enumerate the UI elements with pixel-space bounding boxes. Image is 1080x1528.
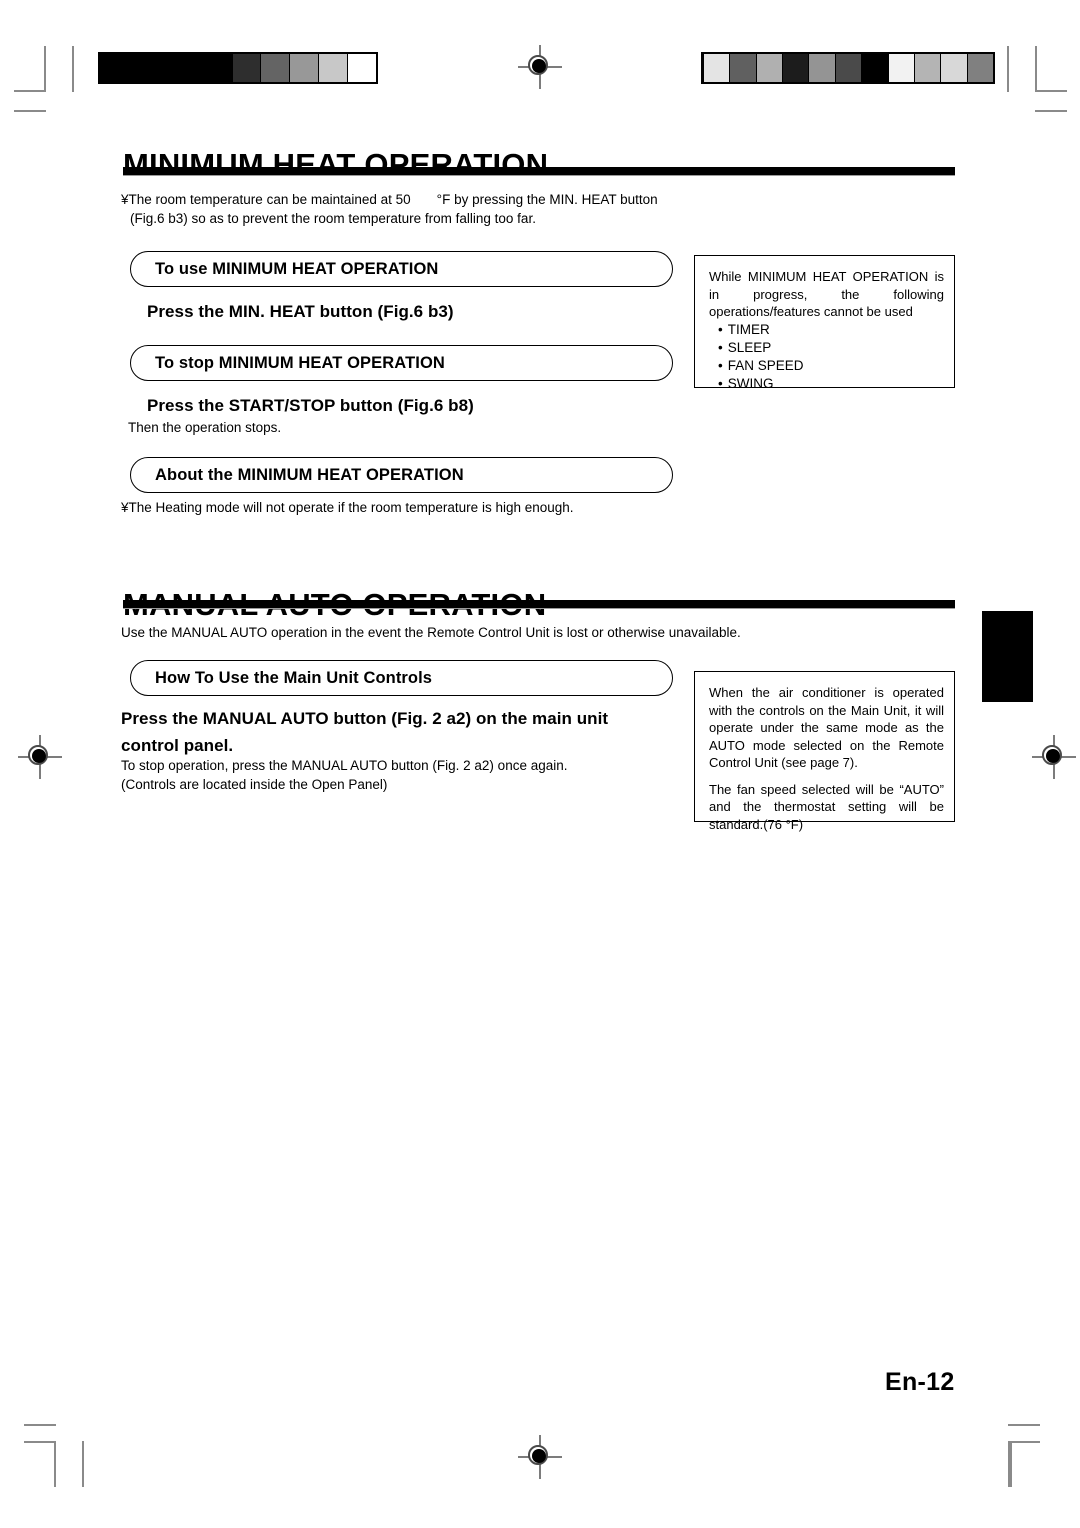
calibration-swatch (782, 54, 809, 82)
minimum-heat-intro: ¥The room temperature can be maintained … (121, 190, 821, 228)
subsection-box-label: To stop MINIMUM HEAT OPERATION (155, 353, 445, 372)
minimum-heat-intro-line1-prefix: ¥The room temperature can be maintained … (121, 192, 411, 207)
subsection-box-label: How To Use the Main Unit Controls (155, 668, 433, 687)
thumb-index-tab (982, 611, 1033, 702)
calibration-swatch (887, 54, 914, 82)
side-note-paragraph: While MINIMUM HEAT OPERATION is in progr… (709, 269, 944, 319)
calibration-swatch (861, 54, 888, 82)
crop-mark-bottom-right-trim (1008, 1424, 1040, 1426)
calibration-swatch (940, 54, 967, 82)
crop-mark-top-left-trim (72, 46, 74, 92)
side-note-manual-auto-behaviour: When the air conditioner is operated wit… (694, 671, 955, 832)
instruction-line-1: Press the MANUAL AUTO button (Fig. 2 a2)… (121, 709, 609, 728)
calibration-swatch (289, 54, 319, 82)
calibration-swatch (808, 54, 835, 82)
calibration-swatch (100, 54, 232, 82)
calibration-swatch (347, 54, 376, 82)
crop-mark-top-right-horizontal (1035, 90, 1067, 92)
manual-auto-intro: Use the MANUAL AUTO operation in the eve… (121, 625, 741, 640)
subsection-box-to-use-minimum-heat[interactable]: To use MINIMUM HEAT OPERATION (130, 251, 673, 287)
crop-mark-bottom-right-horizontal (1008, 1441, 1040, 1443)
side-note-paragraph-1: When the air conditioner is operated wit… (709, 685, 944, 770)
note-then-operation-stops: Then the operation stops. (128, 420, 282, 435)
registration-mark-top-center (518, 45, 562, 89)
crop-mark-top-right-bleed (1035, 110, 1067, 112)
calibration-swatch (834, 54, 862, 82)
subsection-box-about-minimum-heat[interactable]: About the MINIMUM HEAT OPERATION (130, 457, 673, 493)
crop-mark-bottom-left-vertical (54, 1441, 56, 1487)
subsection-box-label: To use MINIMUM HEAT OPERATION (155, 259, 439, 278)
calibration-swatch (231, 54, 261, 82)
manual-auto-notes: To stop operation, press the MANUAL AUTO… (121, 756, 741, 794)
side-note-bullet-swing: SWING (709, 375, 944, 393)
instruction-line-2: control panel. (121, 736, 234, 755)
side-note-bullet-sleep: SLEEP (709, 339, 944, 357)
title-rule-manual-auto (123, 600, 955, 609)
crop-mark-top-right-trim (1007, 46, 1009, 92)
calibration-swatch (755, 54, 783, 82)
instruction-press-min-heat-button: Press the MIN. HEAT button (Fig.6 b3) (147, 302, 454, 321)
calibration-swatch (966, 54, 993, 82)
side-note-bullet-timer: TIMER (709, 321, 944, 339)
manual-auto-note-line2: (Controls are located inside the Open Pa… (121, 777, 388, 792)
note-heating-mode-condition: ¥The Heating mode will not operate if th… (121, 500, 574, 515)
crop-mark-bottom-left-bleed (24, 1424, 56, 1426)
subsection-box-to-stop-minimum-heat[interactable]: To stop MINIMUM HEAT OPERATION (130, 345, 673, 381)
side-note-minimum-heat-restrictions: While MINIMUM HEAT OPERATION is in progr… (694, 255, 955, 391)
subsection-box-how-to-use-main-unit-controls[interactable]: How To Use the Main Unit Controls (130, 660, 673, 696)
crop-mark-top-left-horizontal (14, 90, 46, 92)
minimum-heat-intro-line1-suffix: °F by pressing the MIN. HEAT button (436, 192, 658, 207)
crop-mark-top-left-vertical (44, 46, 46, 92)
page-number: En-12 (885, 1368, 955, 1396)
registration-mark-bottom-center (518, 1435, 562, 1479)
calibration-swatch (260, 54, 290, 82)
document-page: MINIMUM HEAT OPERATION ¥The room tempera… (0, 0, 1080, 1528)
crop-mark-bottom-left-horizontal (24, 1441, 56, 1443)
crop-mark-bottom-right-tick (1011, 1441, 1012, 1487)
registration-mark-right-middle (1032, 735, 1076, 779)
subsection-box-label: About the MINIMUM HEAT OPERATION (155, 465, 464, 484)
side-note-bullet-list: TIMER SLEEP FAN SPEED SWING (709, 321, 944, 393)
manual-auto-note-line1: To stop operation, press the MANUAL AUTO… (121, 758, 568, 773)
minimum-heat-intro-line2: (Fig.6 b3) so as to prevent the room tem… (130, 211, 536, 226)
side-note-paragraph-2: The fan speed selected will be “AUTO” an… (709, 781, 944, 832)
calibration-swatch (318, 54, 348, 82)
density-calibration-bar-right (701, 52, 995, 84)
side-note-bullet-fan-speed: FAN SPEED (709, 357, 944, 375)
registration-mark-left-middle (18, 735, 62, 779)
density-calibration-bar-left (98, 52, 378, 84)
crop-mark-top-left-bleed (14, 110, 46, 112)
crop-mark-bottom-left-trim (82, 1441, 84, 1487)
crop-mark-bottom-right-bar (1010, 1441, 1011, 1487)
calibration-swatch (729, 54, 756, 82)
instruction-press-manual-auto-button: Press the MANUAL AUTO button (Fig. 2 a2)… (121, 705, 701, 759)
crop-mark-top-right-vertical (1035, 46, 1037, 92)
instruction-press-start-stop-button: Press the START/STOP button (Fig.6 b8) (147, 396, 474, 415)
title-rule-minimum-heat (123, 167, 955, 176)
calibration-swatch (913, 54, 941, 82)
calibration-swatch (703, 54, 730, 82)
